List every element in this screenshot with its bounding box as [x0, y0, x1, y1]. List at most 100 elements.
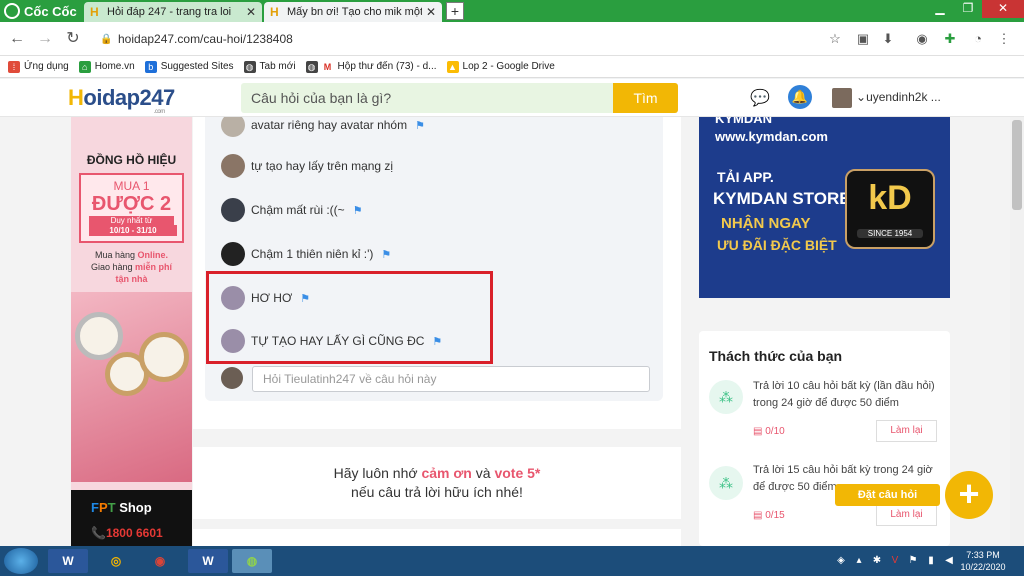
bookmark-suggested[interactable]: b Suggested Sites: [144, 60, 234, 73]
fpt-phone: 📞1800 6601: [91, 526, 163, 540]
word-icon[interactable]: W: [188, 549, 228, 573]
ad-online-line3: tận nhà: [115, 274, 148, 284]
tab-hoidap-home[interactable]: H Hỏi đáp 247 - trang tra loi ✕: [84, 2, 262, 22]
extension-icon[interactable]: ▣: [855, 31, 871, 47]
network-icon[interactable]: ▮: [925, 555, 937, 567]
coccoc-taskbar-icon[interactable]: ◍: [232, 549, 272, 573]
ad-online-line1: Mua hàng: [94, 250, 138, 260]
avatar[interactable]: [221, 154, 245, 178]
coccoc-logo-icon: [4, 3, 20, 19]
system-clock[interactable]: 7:33 PM 10/22/2020: [958, 549, 1008, 573]
retry-button[interactable]: Làm lại: [876, 420, 937, 442]
reload-icon[interactable]: ↻: [64, 30, 82, 48]
coccoc-extension-icon[interactable]: ◉: [914, 31, 930, 47]
user-avatar[interactable]: [832, 88, 852, 108]
tab-close-icon[interactable]: ✕: [246, 5, 256, 19]
logo-domain: .com: [153, 109, 166, 115]
ad-dates: 10/10 - 31/10: [89, 225, 177, 236]
right-advertisement[interactable]: KYMDAN www.kymdan.com TẢI APP. KYMDAN ST…: [699, 117, 950, 298]
bookmark-label: Ứng dụng: [24, 61, 69, 72]
chat-icon[interactable]: 💬: [750, 88, 770, 107]
bookmark-star-icon[interactable]: ☆: [827, 31, 843, 47]
tab-question[interactable]: H Mấy bn ơi! Tạo cho mik một á ✕: [264, 2, 442, 22]
ad-online-line2: Giao hàng: [90, 262, 136, 272]
browser-logo-text: Cốc Cốc: [24, 3, 77, 19]
notification-bell-icon[interactable]: 🔔: [788, 85, 812, 109]
challenge-progress: ▤ 0/15: [753, 510, 785, 521]
gmail-icon: M: [321, 60, 334, 73]
antivirus-icon[interactable]: V: [889, 555, 901, 567]
chevron-down-icon: ⌄: [856, 90, 867, 104]
reply-input[interactable]: Hỏi Tieulatinh247 về câu hỏi này: [252, 366, 650, 392]
bookmark-newtab[interactable]: ◍ Tab mới: [243, 60, 296, 73]
url-field[interactable]: 🔒 hoidap247.com/cau-hoi/1238408: [92, 27, 852, 51]
search-button[interactable]: Tìm: [613, 83, 678, 113]
chrome-icon[interactable]: ◉: [140, 549, 180, 573]
retry-button[interactable]: Làm lại: [876, 504, 937, 526]
left-advertisement[interactable]: ĐỒNG HỒ HIỆU MUA 1 ĐƯỢC 2 Duy nhất từ 10…: [71, 117, 192, 546]
site-logo[interactable]: Hoidap247 .com: [68, 85, 175, 115]
google-drive-icon: ▲: [446, 60, 459, 73]
bookmark-label: Tab mới: [259, 61, 296, 72]
bookmark-inbox[interactable]: ◍ M Hộp thư đến (73) - d...: [305, 60, 437, 73]
tray-expand-icon[interactable]: ▴: [853, 555, 865, 567]
download-icon[interactable]: ⬇: [880, 31, 896, 47]
avatar[interactable]: [221, 198, 245, 222]
comment-item: Chậm mất rùi :((~ ⚑: [221, 197, 363, 223]
ask-question-label[interactable]: Đặt câu hỏi: [835, 484, 940, 506]
minimize-icon[interactable]: ▁: [926, 0, 954, 18]
challenge-icon: ⁂: [709, 380, 743, 414]
comment-text: avatar riêng hay avatar nhóm: [251, 118, 408, 132]
bookmark-drive[interactable]: ▲ Lop 2 - Google Drive: [446, 60, 555, 73]
word-icon[interactable]: W: [48, 549, 88, 573]
flag-icon[interactable]: ⚑: [415, 119, 425, 132]
watch-image: [71, 292, 192, 482]
ad-uudai-line: ƯU ĐÃI ĐẶC BIỆT: [717, 237, 837, 253]
bluetooth-icon[interactable]: ✱: [871, 555, 883, 567]
chrome-alt-icon[interactable]: ◎: [96, 549, 136, 573]
scroll-thumb[interactable]: [1012, 120, 1022, 210]
new-tab-button[interactable]: +: [446, 2, 464, 20]
user-menu[interactable]: ⌄uyendinh2k ...: [856, 90, 941, 104]
flag-icon[interactable]: ⚑: [353, 204, 363, 217]
start-button[interactable]: [4, 548, 38, 574]
challenge-progress: ▤ 0/10: [753, 426, 785, 437]
home-icon: ⌂: [78, 60, 91, 73]
avatar[interactable]: [221, 117, 245, 137]
flag-icon[interactable]: ⚑: [381, 248, 391, 261]
search-input[interactable]: Câu hỏi của bạn là gì?: [241, 83, 613, 113]
avatar: [221, 367, 243, 389]
browser-logo[interactable]: Cốc Cốc: [4, 2, 84, 20]
hoidap-favicon-icon: H: [90, 5, 99, 19]
logo-letter-h: H: [68, 85, 84, 110]
bookmark-homevn[interactable]: ⌂ Home.vn: [78, 60, 135, 73]
tab-close-icon[interactable]: ✕: [426, 5, 436, 19]
puzzle-icon[interactable]: ✚: [942, 31, 958, 47]
comment-text: Chậm mất rùi :((~: [251, 203, 345, 217]
forward-icon[interactable]: →: [36, 30, 54, 48]
document-icon: ▤: [753, 426, 766, 437]
bookmark-label: Lop 2 - Google Drive: [462, 61, 555, 72]
ad-promo-line2: ĐƯỢC 2: [91, 193, 172, 215]
bing-icon: b: [144, 60, 157, 73]
lock-icon: 🔒: [100, 34, 113, 45]
ad-promo-line1: MUA 1: [113, 179, 150, 193]
menu-icon[interactable]: ⋮: [996, 31, 1012, 47]
username: uyendinh2k ...: [866, 90, 941, 104]
comment-item: Chậm 1 thiên niên kỉ :') ⚑: [221, 241, 391, 267]
bookmark-apps[interactable]: ⁞ Ứng dụng: [8, 60, 69, 73]
avatar[interactable]: [221, 242, 245, 266]
back-icon[interactable]: ←: [8, 30, 26, 48]
ask-question-button[interactable]: +: [945, 471, 993, 519]
tab-title: Hỏi đáp 247 - trang tra loi: [107, 6, 232, 18]
flag-tray-icon[interactable]: ⚑: [907, 555, 919, 567]
profile-icon[interactable]: ◔: [970, 31, 986, 47]
close-window-icon[interactable]: ✕: [982, 0, 1024, 18]
shield-icon[interactable]: ◈: [835, 555, 847, 567]
windows-taskbar: W ◎ ◉ W ◍ ◈ ▴ ✱ V ⚑ ▮ ◀ 7:33 PM 10/22/20…: [0, 546, 1024, 576]
comment-item: tự tạo hay lấy trên mạng zị: [221, 153, 393, 179]
ad-app-line: TẢI APP.: [717, 169, 774, 185]
maximize-icon[interactable]: ❐: [954, 0, 982, 18]
volume-icon[interactable]: ◀: [943, 555, 955, 567]
challenge-title: Thách thức của bạn: [709, 348, 843, 364]
